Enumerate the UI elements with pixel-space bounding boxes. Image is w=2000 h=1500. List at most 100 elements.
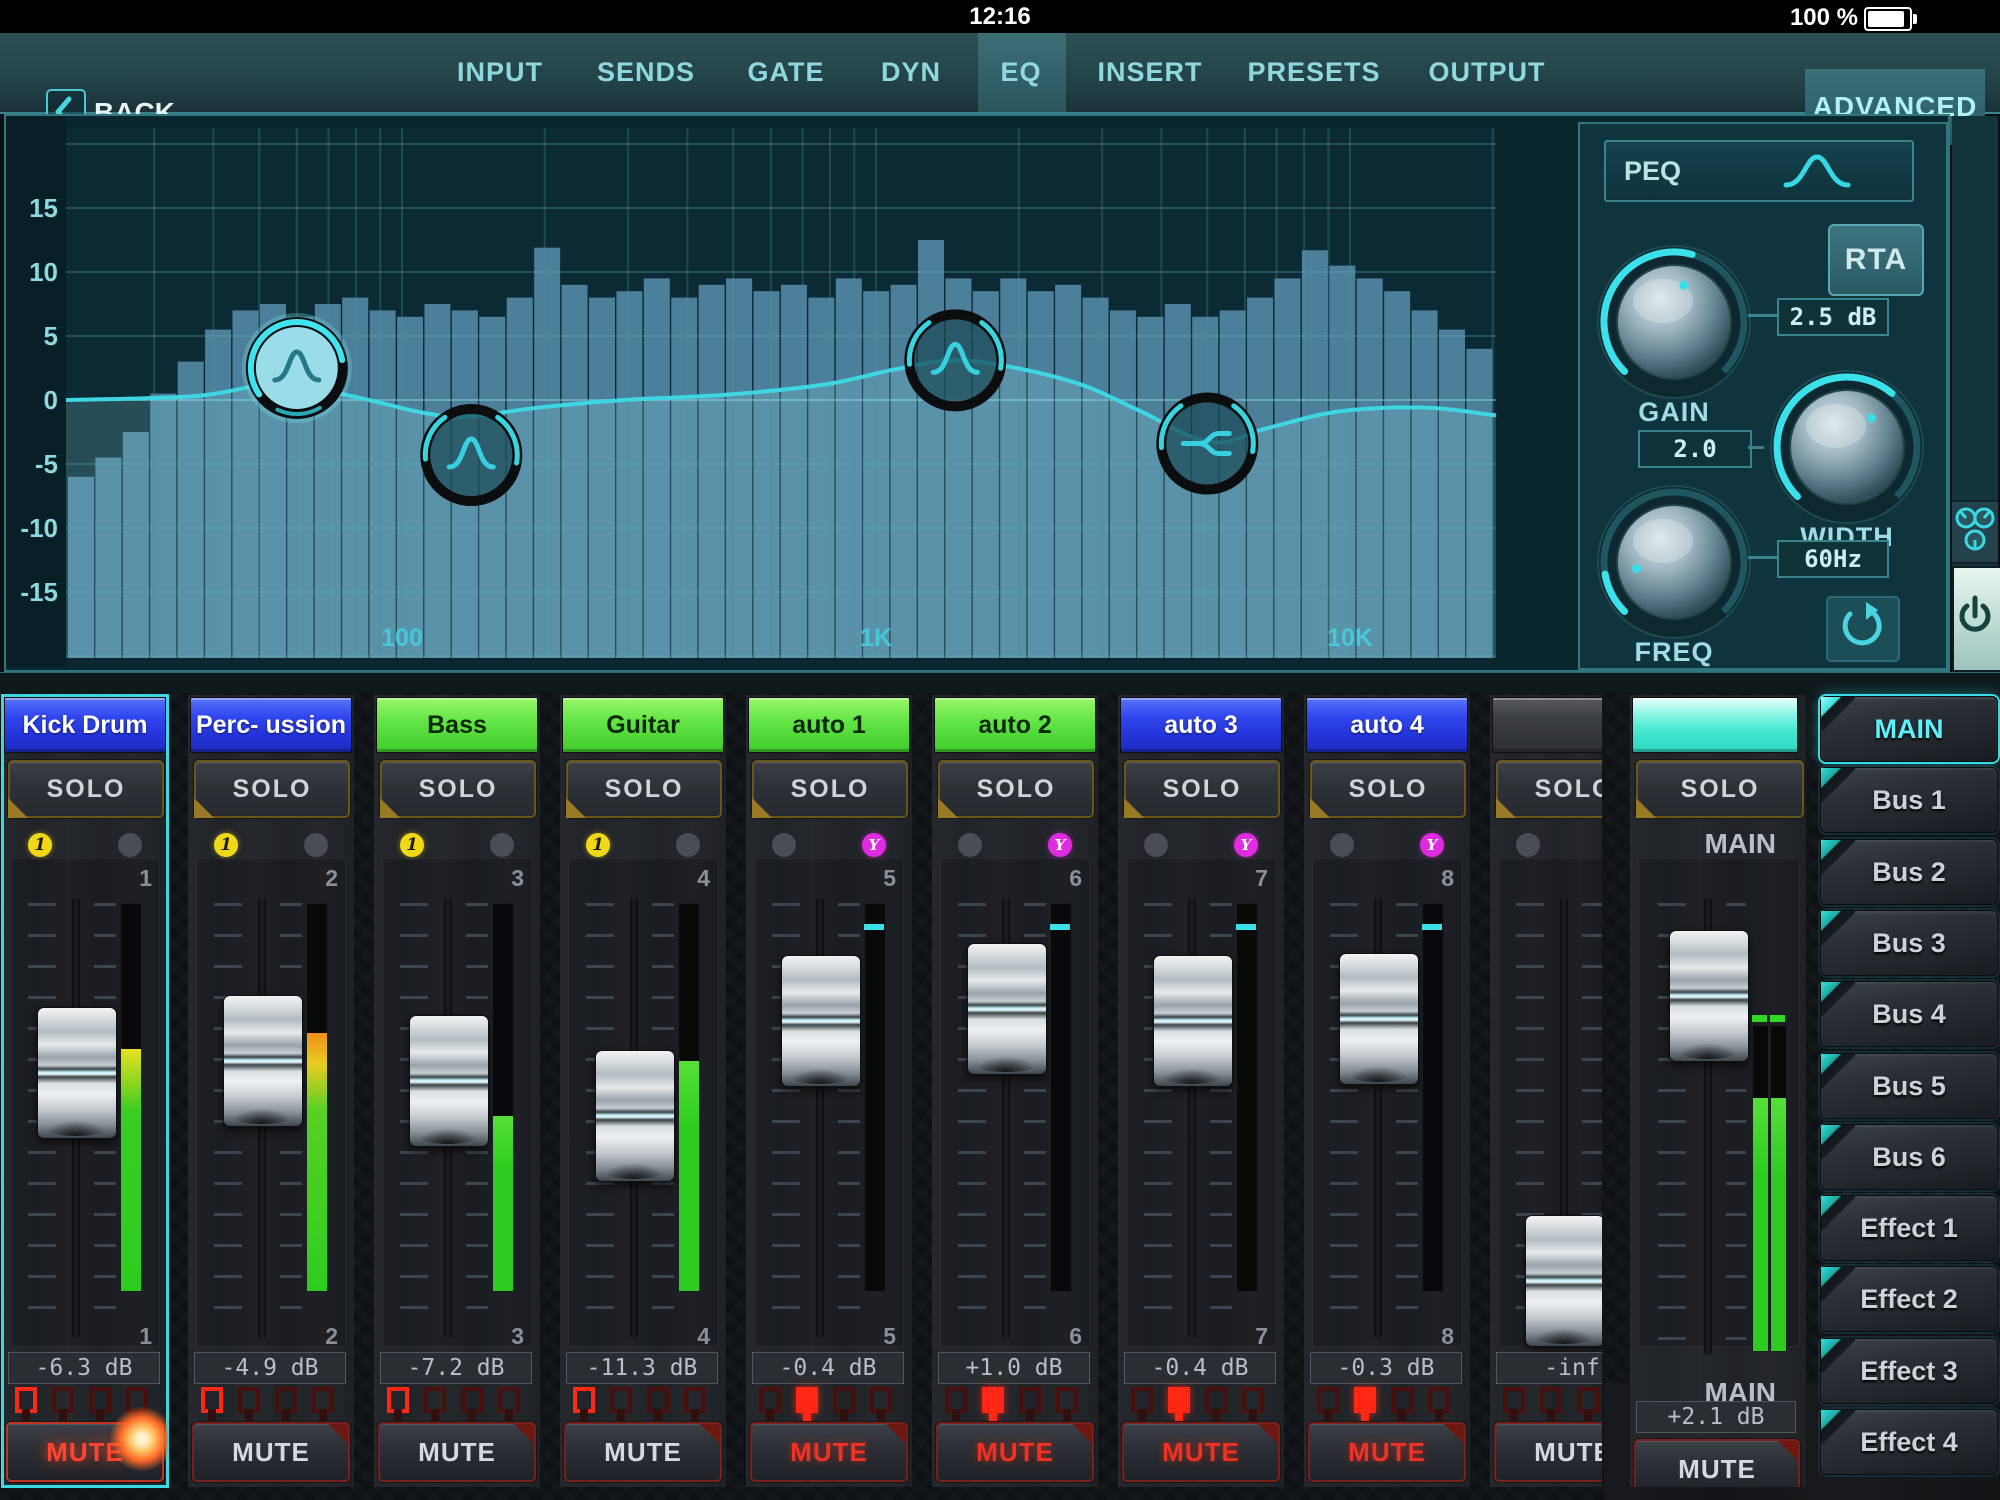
fader-handle[interactable] (223, 995, 303, 1127)
fader-handle[interactable] (1339, 953, 1419, 1085)
fader-handle[interactable] (781, 955, 861, 1087)
reset-arrow-icon (1842, 602, 1882, 646)
rta-button[interactable]: RTA (1828, 224, 1924, 296)
group-badge: Y (1234, 833, 1258, 857)
bus-assign-stem (1361, 1409, 1369, 1421)
main-strip: SOLO MAIN MAIN +2.1 dB MUTE (1630, 695, 1806, 1487)
solo-button[interactable]: SOLO (380, 760, 536, 818)
fader-handle[interactable] (967, 943, 1047, 1075)
tab-dyn[interactable]: DYN (881, 57, 941, 88)
tab-presets[interactable]: PRESETS (1247, 57, 1380, 88)
mute-button[interactable]: MUTE (1308, 1422, 1466, 1482)
tab-gate[interactable]: GATE (748, 57, 825, 88)
tab-output[interactable]: OUTPUT (1429, 57, 1546, 88)
channel-name-button[interactable]: auto 4 (1306, 697, 1468, 753)
fader-handle[interactable] (37, 1007, 117, 1139)
bus-button-effect-1[interactable]: Effect 1 (1820, 1195, 1998, 1261)
channel-name-button[interactable]: Kick Drum (4, 697, 166, 753)
fader-handle[interactable] (1525, 1215, 1602, 1347)
bus-button-effect-3[interactable]: Effect 3 (1820, 1338, 1998, 1404)
fader-db-readout: -0.4 dB (752, 1352, 904, 1384)
bus-assign-stem (1026, 1409, 1034, 1421)
fader-db-readout: +1.0 dB (938, 1352, 1090, 1384)
bus-corner-accent (1821, 1196, 1855, 1230)
bus-button-bus-6[interactable]: Bus 6 (1820, 1124, 1998, 1190)
solo-button[interactable]: SOLO (566, 760, 722, 818)
bus-assign-stem (1398, 1409, 1406, 1421)
mute-button[interactable]: MUTE (1634, 1439, 1800, 1487)
fader-handle[interactable] (1669, 930, 1749, 1062)
tab-sends[interactable]: SENDS (597, 57, 695, 88)
solo-button[interactable]: SOLO (1310, 760, 1466, 818)
solo-button[interactable]: SOLO (1124, 760, 1280, 818)
group-badge: 1 (400, 833, 424, 857)
bus-button-effect-2[interactable]: Effect 2 (1820, 1266, 1998, 1332)
channel-name-button[interactable]: Guitar (562, 697, 724, 753)
solo-button[interactable]: SOLO (1636, 760, 1804, 818)
channel-number: 7 (1255, 1323, 1268, 1349)
level-meter (1422, 903, 1444, 1292)
bus-button-bus-2[interactable]: Bus 2 (1820, 839, 1998, 905)
eq-band-handle[interactable] (420, 404, 523, 507)
mute-button[interactable]: MUTE (6, 1422, 164, 1482)
solo-button[interactable]: SOLO (1496, 760, 1602, 818)
mini-knobs-button[interactable] (1952, 500, 1998, 564)
bus-assign-stem (245, 1409, 253, 1421)
channel-name-button[interactable]: auto 2 (934, 697, 1096, 753)
eq-band-handle[interactable] (241, 313, 352, 423)
level-meter-fill (307, 1033, 327, 1291)
channel-name-button[interactable]: auto 1 (748, 697, 910, 753)
channel-strip: Guitar SOLO 1 4 4 -11.3 dB MUTE (560, 695, 726, 1487)
mute-button[interactable]: MUTE (1122, 1422, 1280, 1482)
fader-handle[interactable] (595, 1050, 675, 1182)
indicator-dot (304, 833, 328, 857)
mute-button[interactable]: MUTE (378, 1422, 536, 1482)
fader-handle[interactable] (409, 1015, 489, 1147)
mute-button[interactable]: MUTE (192, 1422, 350, 1482)
bus-assign-stem (1324, 1409, 1332, 1421)
bus-assign-stem (617, 1409, 625, 1421)
solo-button[interactable]: SOLO (8, 760, 164, 818)
fader-db-readout: -0.4 dB (1124, 1352, 1276, 1384)
solo-button[interactable]: SOLO (752, 760, 908, 818)
channel-number: 1 (139, 865, 152, 891)
bus-assign-stem (1175, 1409, 1183, 1421)
solo-button[interactable]: SOLO (938, 760, 1094, 818)
fader-db-readout: -11.3 dB (566, 1352, 718, 1384)
tab-eq[interactable]: EQ (1000, 57, 1041, 88)
mute-button[interactable]: MUTE (936, 1422, 1094, 1482)
eq-band-handle[interactable] (904, 309, 1007, 412)
channel-name-button[interactable]: Perc- ussion (190, 697, 352, 753)
eq-band-panel: PEQ RTA GAIN 2.5 dB WIDTH 2.0 FREQ 60Hz (1578, 122, 1948, 670)
bus-assign-stem (766, 1409, 774, 1421)
width-knob[interactable] (1762, 362, 1932, 532)
indicator-dot (1330, 833, 1354, 857)
mute-button[interactable]: MUTE (750, 1422, 908, 1482)
channel-name-button[interactable] (1492, 697, 1602, 753)
eq-power-button[interactable] (1952, 566, 2000, 672)
mute-button[interactable]: MUTE (1494, 1422, 1602, 1482)
tab-input[interactable]: INPUT (457, 57, 543, 88)
fader-handle[interactable] (1153, 955, 1233, 1087)
bus-button-bus-5[interactable]: Bus 5 (1820, 1053, 1998, 1119)
bus-button-effect-4[interactable]: Effect 4 (1820, 1409, 1998, 1475)
main-name-button[interactable] (1632, 697, 1798, 753)
tab-insert[interactable]: INSERT (1097, 57, 1202, 88)
channel-strip: SOLO -inf MUTE (1490, 695, 1602, 1487)
filter-type-selector[interactable]: PEQ (1604, 140, 1914, 202)
gain-knob[interactable] (1589, 237, 1759, 407)
reset-button[interactable] (1826, 596, 1900, 662)
bus-button-bus-3[interactable]: Bus 3 (1820, 910, 1998, 976)
group-badge: Y (1420, 833, 1444, 857)
channel-name-button[interactable]: auto 3 (1120, 697, 1282, 753)
freq-knob[interactable] (1589, 477, 1759, 647)
bus-button-bus-4[interactable]: Bus 4 (1820, 981, 1998, 1047)
bus-button-bus-1[interactable]: Bus 1 (1820, 767, 1998, 833)
solo-button[interactable]: SOLO (194, 760, 350, 818)
bus-button-main[interactable]: MAIN (1820, 696, 1998, 762)
channel-name-button[interactable]: Bass (376, 697, 538, 753)
eq-y-tick-label: -15 (20, 577, 58, 607)
fader-db-readout: -7.2 dB (380, 1352, 532, 1384)
mute-button[interactable]: MUTE (564, 1422, 722, 1482)
eq-band-handle[interactable] (1156, 392, 1259, 495)
